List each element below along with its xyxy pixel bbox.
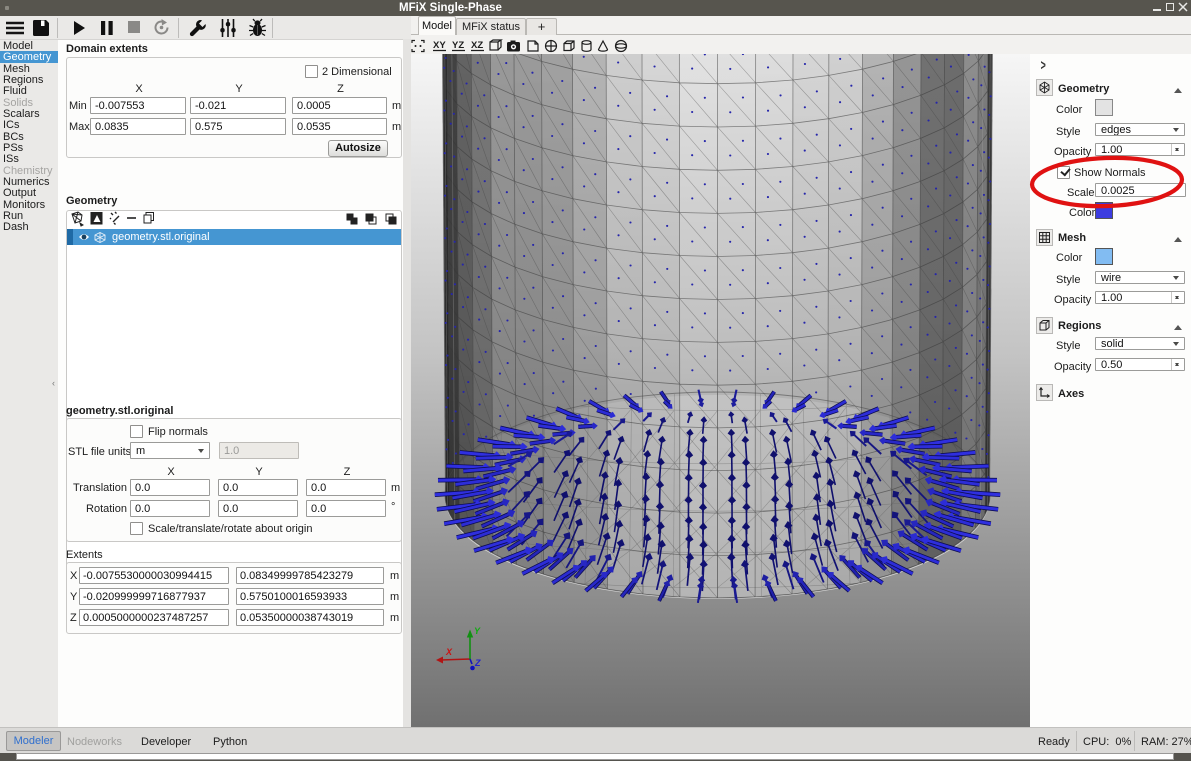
svg-text:X: X [445, 647, 453, 657]
svg-text:Y: Y [474, 626, 481, 636]
svg-text:Z: Z [474, 658, 481, 668]
svg-text:XY: XY [433, 40, 446, 51]
svg-text:XZ: XZ [471, 40, 483, 51]
svg-text:YZ: YZ [452, 40, 464, 51]
